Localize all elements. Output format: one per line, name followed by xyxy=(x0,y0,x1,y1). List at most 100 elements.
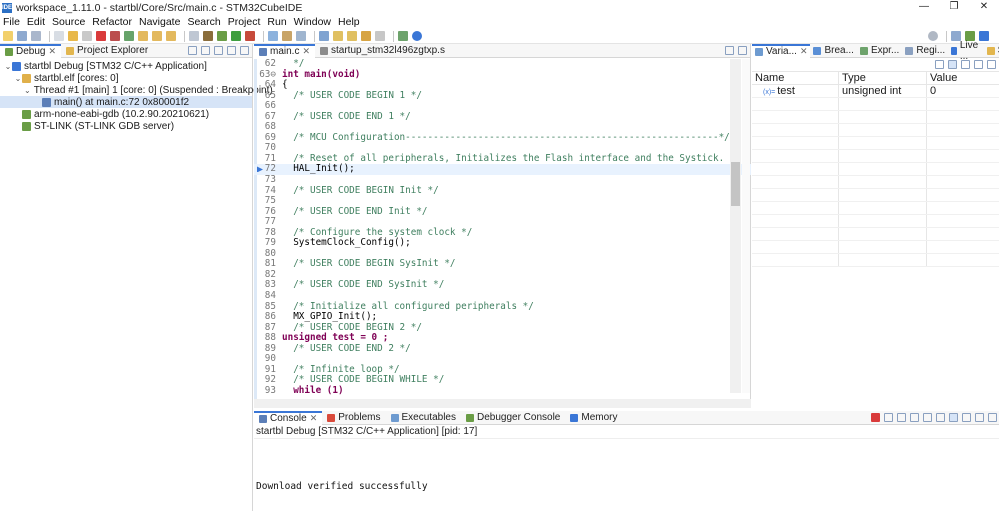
menu-navigate[interactable]: Navigate xyxy=(139,16,180,28)
menu-refactor[interactable]: Refactor xyxy=(92,16,132,28)
link-icon[interactable] xyxy=(201,46,210,55)
open-console-icon[interactable] xyxy=(975,413,984,422)
pin-console-icon[interactable] xyxy=(949,413,958,422)
tab-problems[interactable]: Problems xyxy=(322,411,385,425)
tab-varia[interactable]: Varia... ✕ xyxy=(752,43,811,58)
menu-file[interactable]: File xyxy=(3,16,20,28)
tab-brea[interactable]: Brea... xyxy=(810,44,856,58)
code-line[interactable]: 83 /* USER CODE END SysInit */ xyxy=(254,280,751,291)
tree-item[interactable]: ⌄ startbl Debug [STM32 C/C++ Application] xyxy=(0,60,252,72)
code-line[interactable]: 76 /* USER CODE END Init */ xyxy=(254,206,751,218)
collapse-all-icon[interactable] xyxy=(961,60,970,69)
suspend-icon[interactable] xyxy=(82,31,92,41)
code-line[interactable]: 84 xyxy=(254,290,751,302)
overview-ruler[interactable] xyxy=(742,59,750,393)
step-over-icon[interactable] xyxy=(152,31,162,41)
disconnect-icon[interactable] xyxy=(110,31,120,41)
line-number[interactable]: 84 xyxy=(254,290,280,302)
step-return-icon[interactable] xyxy=(166,31,176,41)
column-name[interactable]: Name xyxy=(752,72,839,84)
save-all-icon[interactable] xyxy=(31,31,41,41)
code-line[interactable]: 63⊖ int main(void) xyxy=(254,69,751,81)
variable-value[interactable]: 0 xyxy=(927,85,999,97)
editor-scroll-thumb[interactable] xyxy=(731,162,740,206)
editor-horizontal-scrollbar[interactable] xyxy=(254,399,751,408)
code-line[interactable]: 69 /* MCU Configuration-----------------… xyxy=(254,132,751,144)
info-icon[interactable] xyxy=(412,31,422,41)
minimize-view-icon[interactable] xyxy=(988,413,997,422)
maximize-view-icon[interactable] xyxy=(240,46,249,55)
scroll-lock-icon[interactable] xyxy=(923,413,932,422)
tab-main-c[interactable]: main.c ✕ xyxy=(254,43,315,58)
code-line[interactable]: 93 while (1) xyxy=(254,385,751,397)
tab-expr[interactable]: Expr... xyxy=(857,44,902,58)
chevron-down-icon[interactable]: ⌄ xyxy=(14,74,22,83)
menu-search[interactable]: Search xyxy=(187,16,220,28)
view-menu-icon[interactable] xyxy=(214,46,223,55)
display-console-icon[interactable] xyxy=(962,413,971,422)
menu-help[interactable]: Help xyxy=(338,16,360,28)
search-icon[interactable] xyxy=(296,31,306,41)
remove-launch-icon[interactable] xyxy=(884,413,893,422)
external-tools-icon[interactable] xyxy=(245,31,255,41)
forward-icon[interactable] xyxy=(375,31,385,41)
tree-item[interactable]: arm-none-eabi-gdb (10.2.90.20210621) xyxy=(0,108,252,120)
line-number[interactable]: 73 xyxy=(254,174,280,186)
close-icon[interactable]: ✕ xyxy=(310,413,318,424)
tab-project-explorer[interactable]: Project Explorer xyxy=(61,44,153,58)
copy-icon[interactable] xyxy=(974,60,983,69)
step-into-icon[interactable] xyxy=(138,31,148,41)
console-output[interactable]: Download verified successfully xyxy=(256,481,428,492)
menu-project[interactable]: Project xyxy=(228,16,261,28)
tab-console[interactable]: Console ✕ xyxy=(254,410,323,425)
maximize-icon[interactable]: ❐ xyxy=(939,0,969,15)
maximize-view-icon[interactable] xyxy=(738,46,747,55)
resume-icon[interactable] xyxy=(68,31,78,41)
code-line[interactable]: 72 HAL_Init(); xyxy=(254,164,751,176)
close-icon[interactable]: ✕ xyxy=(800,46,808,57)
tree-item[interactable]: ST-LINK (ST-LINK GDB server) xyxy=(0,120,252,132)
code-line[interactable]: 81 /* USER CODE BEGIN SysInit */ xyxy=(254,259,751,270)
menu-run[interactable]: Run xyxy=(267,16,286,28)
tree-item[interactable]: main() at main.c:72 0x80001f2 xyxy=(0,96,252,108)
menu-source[interactable]: Source xyxy=(52,16,85,28)
skip-breakpoints-icon[interactable] xyxy=(54,31,64,41)
tab-live[interactable]: Live ... xyxy=(948,40,983,62)
show-logical-structure-icon[interactable] xyxy=(948,60,957,69)
instruction-step-icon[interactable] xyxy=(189,31,199,41)
line-number[interactable]: 62 xyxy=(254,59,280,70)
clear-console-icon[interactable] xyxy=(910,413,919,422)
tab-sfrs[interactable]: SFRs xyxy=(984,44,999,58)
run-icon[interactable] xyxy=(231,31,241,41)
tree-item[interactable]: ⌄ Thread #1 [main] 1 [core: 0] (Suspended… xyxy=(0,84,273,96)
new-class-icon[interactable] xyxy=(268,31,278,41)
code-line[interactable]: 89 /* USER CODE END 2 */ xyxy=(254,343,751,355)
code-line[interactable]: 67 /* USER CODE END 1 */ xyxy=(254,111,751,123)
variable-row[interactable]: (x)= test unsigned int 0 xyxy=(752,85,999,98)
tab-startup-file[interactable]: startup_stm32l496zgtxp.s xyxy=(315,44,450,58)
tab-executables[interactable]: Executables xyxy=(386,411,461,425)
search-icon[interactable] xyxy=(928,31,938,41)
debug-launch-icon[interactable] xyxy=(217,31,227,41)
code-line[interactable]: 73 xyxy=(254,174,751,186)
tab-regi[interactable]: Regi... xyxy=(902,44,948,58)
line-number[interactable]: 93 xyxy=(254,385,280,397)
editor-vertical-scrollbar[interactable] xyxy=(730,59,741,393)
build-icon[interactable] xyxy=(203,31,213,41)
prev-annotation-icon[interactable] xyxy=(347,31,357,41)
remove-all-icon[interactable] xyxy=(897,413,906,422)
menu-window[interactable]: Window xyxy=(294,16,331,28)
minimize-view-icon[interactable] xyxy=(725,46,734,55)
minimize-view-icon[interactable] xyxy=(227,46,236,55)
column-type[interactable]: Type xyxy=(839,72,927,84)
close-icon[interactable]: ✕ xyxy=(302,46,310,57)
restart-icon[interactable] xyxy=(124,31,134,41)
code-line[interactable]: 74 /* USER CODE BEGIN Init */ xyxy=(254,185,751,197)
chevron-down-icon[interactable]: ⌄ xyxy=(24,86,31,95)
view-menu-icon[interactable] xyxy=(987,60,996,69)
next-annotation-icon[interactable] xyxy=(333,31,343,41)
new-icon[interactable] xyxy=(3,31,13,41)
minimize-icon[interactable]: — xyxy=(909,0,939,15)
back-icon[interactable] xyxy=(361,31,371,41)
terminate-icon[interactable] xyxy=(96,31,106,41)
